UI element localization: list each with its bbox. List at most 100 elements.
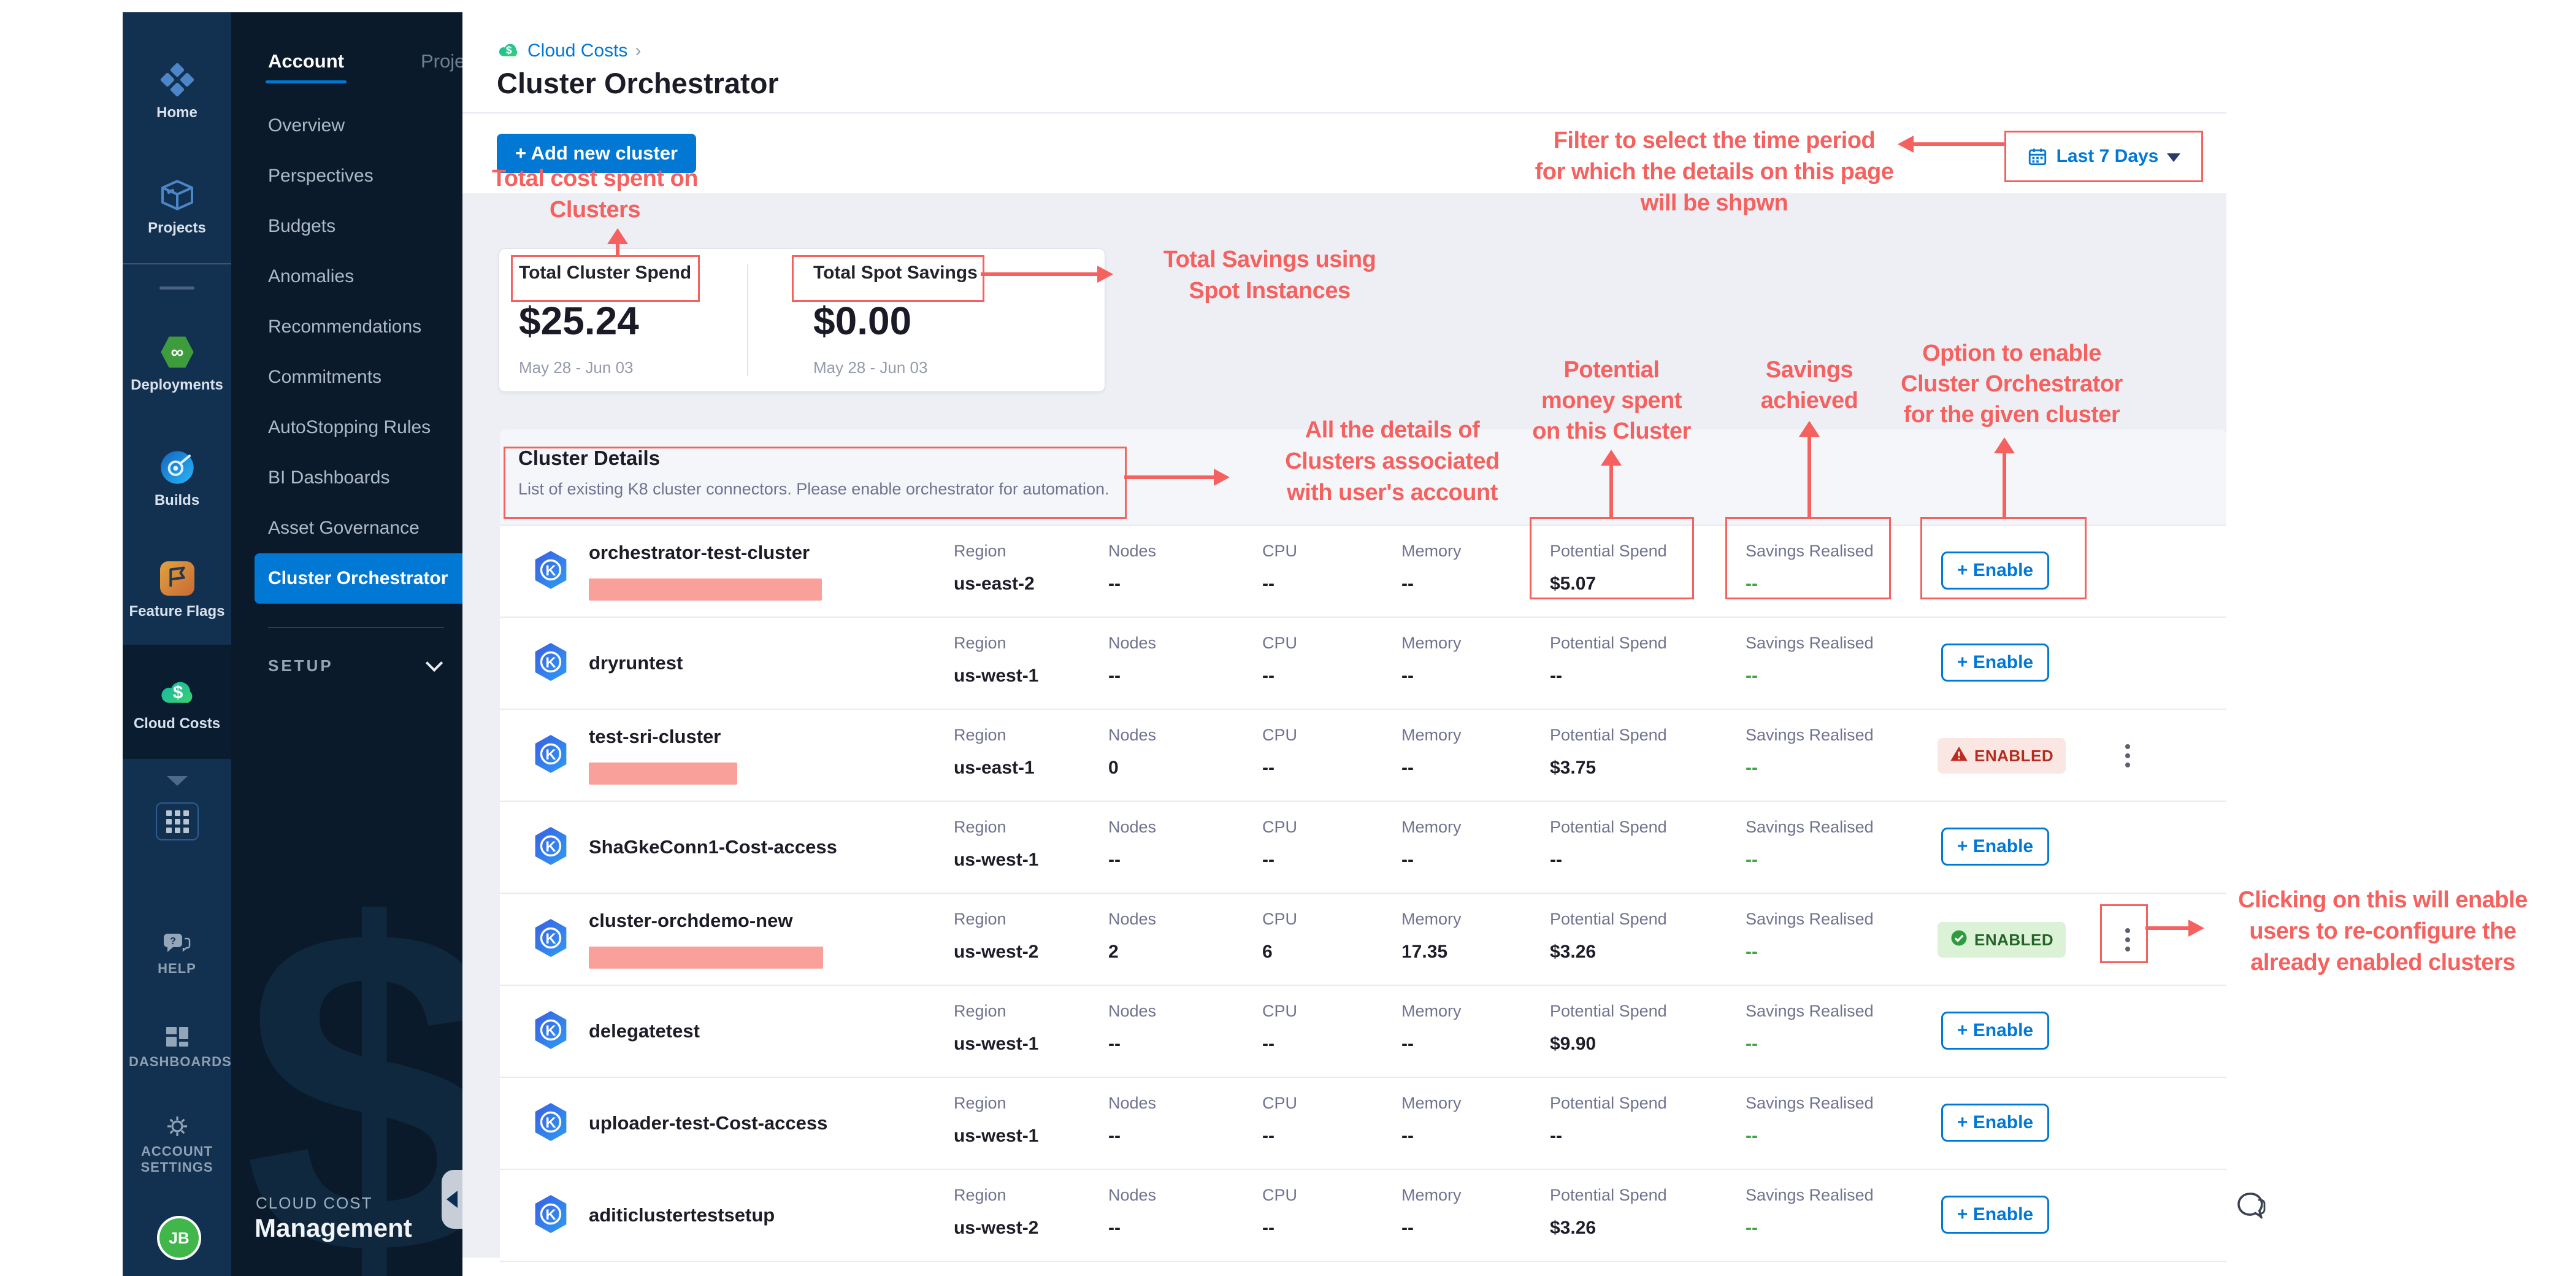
module-picker-button[interactable] xyxy=(156,802,199,840)
svg-text:K: K xyxy=(545,931,556,947)
sidebar-item-overview[interactable]: Overview xyxy=(268,101,462,151)
enable-cluster-button[interactable]: + Enable xyxy=(1941,828,2049,866)
avatar[interactable]: JB xyxy=(157,1216,201,1260)
chevron-down-icon[interactable] xyxy=(167,776,188,786)
cell-value: -- xyxy=(1401,574,1414,594)
sidebar-item-feature-flags[interactable]: Feature Flags xyxy=(123,559,231,620)
sidebar-item-commitments[interactable]: Commitments xyxy=(268,352,462,402)
kubernetes-cluster-icon: K xyxy=(532,917,570,959)
enabled-badge[interactable]: ENABLED xyxy=(1938,738,2066,774)
sidebar-item-cluster-orchestrator[interactable]: Cluster Orchestrator xyxy=(255,553,462,604)
sidebar-item-label: HELP xyxy=(123,961,231,977)
cell-value: -- xyxy=(1108,1218,1121,1239)
sidebar-item-label: ACCOUNT SETTINGS xyxy=(123,1143,231,1175)
date-range-label: Last 7 Days xyxy=(2057,146,2159,167)
column-label: Savings Realised xyxy=(1746,1094,1874,1113)
enable-cluster-button[interactable]: + Enable xyxy=(1941,644,2049,682)
column-label: Savings Realised xyxy=(1746,634,1874,653)
kubernetes-cluster-icon: K xyxy=(532,549,570,591)
tab-account[interactable]: Account xyxy=(268,50,344,83)
cell-value: -- xyxy=(1746,666,1758,686)
add-new-cluster-button[interactable]: + Add new cluster xyxy=(497,134,696,173)
breadcrumb-cloud-costs-link[interactable]: Cloud Costs xyxy=(527,40,627,61)
caret-down-icon xyxy=(2167,153,2180,162)
cell-value: -- xyxy=(1108,574,1121,594)
column-label: Memory xyxy=(1401,1094,1462,1113)
cluster-name: uploader-test-Cost-access xyxy=(589,1112,827,1134)
cell-value: -- xyxy=(1746,850,1758,871)
kubernetes-cluster-icon: K xyxy=(532,641,570,683)
enable-cluster-button[interactable]: + Enable xyxy=(1941,1012,2049,1050)
sidebar-item-home[interactable]: Home xyxy=(123,60,231,121)
sidebar-item-label: DASHBOARDS xyxy=(123,1054,231,1070)
column-label: CPU xyxy=(1262,726,1297,745)
column-label: Memory xyxy=(1401,1186,1462,1205)
sidebar-item-cloud-costs[interactable]: $Cloud Costs xyxy=(123,645,231,759)
cloud-costs-icon: $ xyxy=(158,671,197,710)
sidebar-item-perspectives[interactable]: Perspectives xyxy=(268,151,462,201)
support-chat-button[interactable] xyxy=(2234,1189,2268,1223)
cluster-row[interactable]: KdryruntestRegionus-west-1Nodes--CPU--Me… xyxy=(500,618,2226,710)
sidebar-item-recommendations[interactable]: Recommendations xyxy=(268,302,462,352)
menu-divider xyxy=(268,627,444,628)
row-options-kebab-menu[interactable] xyxy=(2115,734,2140,777)
column-label: CPU xyxy=(1262,1094,1297,1113)
sidebar-drag-handle xyxy=(159,286,194,290)
column-label: Savings Realised xyxy=(1746,1002,1874,1021)
enable-cluster-button[interactable]: + Enable xyxy=(1941,552,2049,590)
cluster-row[interactable]: KShaGkeConn1-Cost-accessRegionus-west-1N… xyxy=(500,802,2226,894)
svg-text:K: K xyxy=(545,1115,556,1131)
sidebar-item-projects[interactable]: Projects xyxy=(123,175,231,237)
enable-cluster-button[interactable]: + Enable xyxy=(1941,1104,2049,1142)
header-divider xyxy=(462,112,2226,113)
page-body: Total Cluster Spend $25.24 May 28 - Jun … xyxy=(462,193,2226,1258)
enabled-badge[interactable]: ENABLED xyxy=(1938,922,2066,958)
sidebar-item-label: Home xyxy=(123,104,231,121)
feature-flags-icon xyxy=(158,559,197,598)
column-label: Nodes xyxy=(1108,1002,1156,1021)
column-label: Potential Spend xyxy=(1550,1186,1667,1205)
setup-label: SETUP xyxy=(268,656,334,675)
date-range-filter[interactable]: Last 7 Days xyxy=(2006,133,2201,180)
column-label: Memory xyxy=(1401,542,1462,561)
cluster-row[interactable]: Ktest-sri-clusterRegionus-east-1Nodes0CP… xyxy=(500,710,2226,802)
cluster-row[interactable]: Korchestrator-test-clusterRegionus-east-… xyxy=(500,525,2226,618)
tab-project[interactable]: Project xyxy=(421,50,462,83)
sidebar-item-deployments[interactable]: ∞Deployments xyxy=(123,332,231,394)
column-label: CPU xyxy=(1262,1002,1297,1021)
column-label: Potential Spend xyxy=(1550,634,1667,653)
row-options-kebab-menu[interactable] xyxy=(2115,918,2140,961)
sidebar-item-asset-governance[interactable]: Asset Governance xyxy=(268,503,462,553)
svg-text:K: K xyxy=(545,655,556,671)
sidebar-item-autostopping-rules[interactable]: AutoStopping Rules xyxy=(268,402,462,453)
cell-value: -- xyxy=(1401,850,1414,871)
cluster-row[interactable]: KaditiclustertestsetupRegionus-west-2Nod… xyxy=(500,1170,2226,1262)
redacted-cluster-id xyxy=(589,763,737,785)
cluster-row[interactable]: KdelegatetestRegionus-west-1Nodes--CPU--… xyxy=(500,986,2226,1078)
enable-cluster-button[interactable]: + Enable xyxy=(1941,1196,2049,1234)
svg-text:K: K xyxy=(545,839,556,855)
column-label: CPU xyxy=(1262,634,1297,653)
column-label: Region xyxy=(954,818,1006,837)
cell-value: -- xyxy=(1401,666,1414,686)
cell-value: $3.75 xyxy=(1550,758,1596,778)
sidebar-item-bi-dashboards[interactable]: BI Dashboards xyxy=(268,453,462,503)
cell-value: $3.26 xyxy=(1550,1218,1596,1239)
redacted-cluster-id xyxy=(589,947,823,969)
sidebar-item-anomalies[interactable]: Anomalies xyxy=(268,252,462,302)
cluster-row[interactable]: Kcluster-orchdemo-newRegionus-west-2Node… xyxy=(500,894,2226,986)
sidebar-item-builds[interactable]: Builds xyxy=(123,448,231,509)
sidebar-item-help[interactable]: ?HELP xyxy=(123,930,231,977)
total-cluster-spend-value: $25.24 xyxy=(519,298,639,344)
svg-text:∞: ∞ xyxy=(171,342,183,362)
cell-value: -- xyxy=(1746,1126,1758,1147)
cluster-row[interactable]: Kuploader-test-Cost-accessRegionus-west-… xyxy=(500,1078,2226,1170)
setup-section-toggle[interactable]: SETUP xyxy=(268,650,440,681)
column-label: Region xyxy=(954,1186,1006,1205)
column-label: Nodes xyxy=(1108,634,1156,653)
sidebar-item-account-settings[interactable]: ACCOUNT SETTINGS xyxy=(123,1113,231,1175)
sidebar-item-budgets[interactable]: Budgets xyxy=(268,201,462,252)
column-label: Region xyxy=(954,634,1006,653)
sidebar-item-dashboards[interactable]: DASHBOARDS xyxy=(123,1023,231,1070)
collapse-sidebar-button[interactable] xyxy=(442,1170,462,1229)
